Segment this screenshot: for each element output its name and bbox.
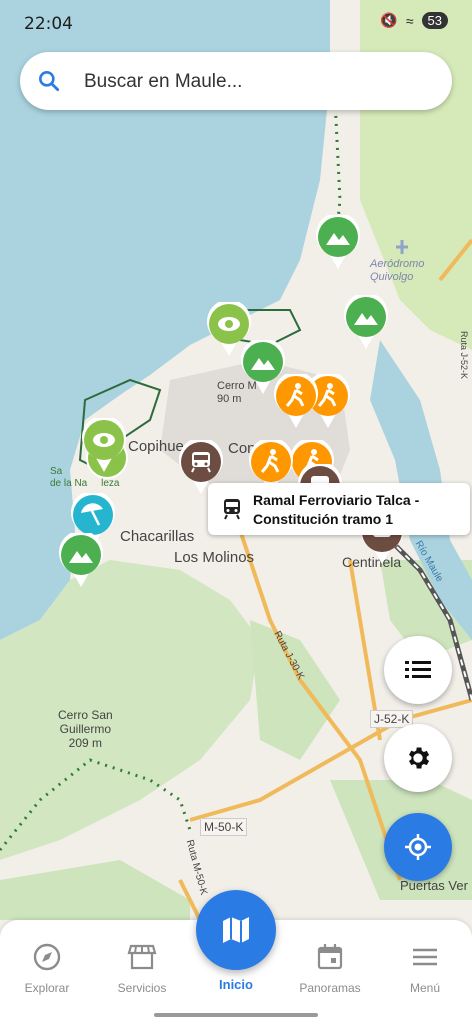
nav-menu-label: Menú xyxy=(409,981,441,995)
label-m50k: M-50-K xyxy=(200,818,248,836)
settings-button[interactable] xyxy=(384,724,452,792)
nav-explorar-label: Explorar xyxy=(24,981,70,995)
list-button[interactable] xyxy=(384,636,452,704)
menu-icon xyxy=(413,948,437,966)
store-icon xyxy=(127,944,157,970)
map-popup[interactable]: Ramal Ferroviario Talca - Constitución t… xyxy=(208,483,470,535)
map-icon xyxy=(223,917,249,943)
label-ruta-j52k: Ruta J-52-K xyxy=(459,330,470,380)
mountain-pin[interactable] xyxy=(342,292,390,351)
label-los-molinos: Los Molinos xyxy=(174,549,255,566)
mute-icon: 🔇 xyxy=(380,12,398,28)
battery-indicator: 53 xyxy=(421,12,448,29)
label-chacarillas: Chacarillas xyxy=(120,528,195,545)
viewpoint-pin[interactable] xyxy=(80,415,128,474)
compass-icon xyxy=(33,943,61,971)
hiking-pin[interactable] xyxy=(272,371,320,430)
mountain-pin[interactable] xyxy=(314,212,362,271)
nav-servicios-label: Servicios xyxy=(117,981,167,995)
popup-title: Ramal Ferroviario Talca - Constitución t… xyxy=(253,492,420,527)
nav-servicios[interactable]: Servicios xyxy=(102,942,182,995)
nav-panoramas-label: Panoramas xyxy=(299,981,361,995)
crosshair-icon xyxy=(405,834,431,860)
home-indicator xyxy=(154,1013,318,1017)
label-copihue: Copihue xyxy=(128,438,184,455)
label-cerro-san-guillermo: Cerro San Guillermo 209 m xyxy=(58,708,113,750)
train-icon xyxy=(222,498,242,525)
my-location-button[interactable] xyxy=(384,813,452,881)
status-time: 22:04 xyxy=(24,14,73,34)
search-icon xyxy=(36,68,62,99)
status-bar: 22:04 🔇 ≈ 53 xyxy=(0,0,472,48)
label-aerodromo: Aeródromo Quivolgo xyxy=(370,258,425,283)
nav-panoramas[interactable]: Panoramas xyxy=(290,942,370,995)
calendar-icon xyxy=(317,944,343,970)
mountain-pin[interactable] xyxy=(57,530,105,589)
list-icon xyxy=(405,661,431,678)
search-input[interactable] xyxy=(82,62,436,102)
nav-menu[interactable]: Menú xyxy=(385,942,465,995)
gear-icon xyxy=(409,747,430,769)
nav-explorar[interactable]: Explorar xyxy=(7,942,87,995)
nav-inicio[interactable] xyxy=(196,890,276,970)
search-bar[interactable] xyxy=(20,52,452,110)
nav-inicio-label: Inicio xyxy=(219,977,253,992)
wifi-icon: ≈ xyxy=(405,12,414,29)
